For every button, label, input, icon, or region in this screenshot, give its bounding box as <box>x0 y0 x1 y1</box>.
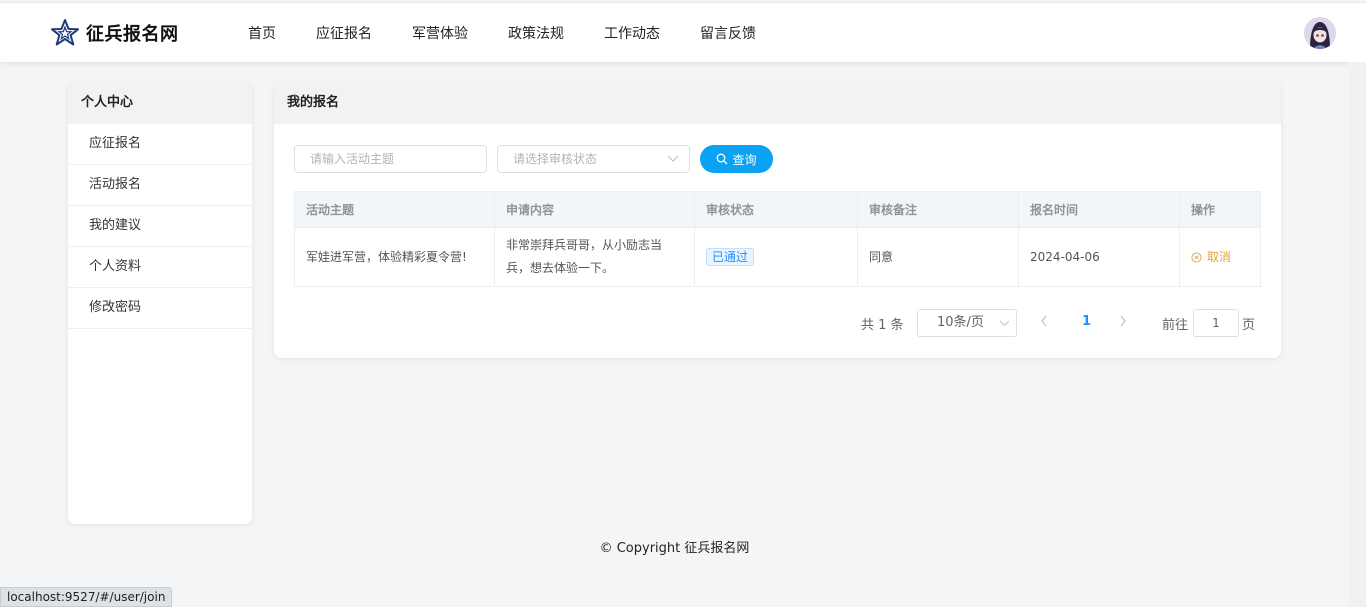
cell-theme: 军娃进军营，体验精彩夏令营! <box>295 228 495 286</box>
chevron-left-icon <box>1041 315 1047 327</box>
column-header-remark: 审核备注 <box>858 192 1019 227</box>
site-name: 征兵报名网 <box>86 24 179 45</box>
nav-camp-experience[interactable]: 军营体验 <box>412 23 468 43</box>
goto-label: 前往 <box>1162 318 1189 333</box>
next-page-button[interactable] <box>1119 314 1127 332</box>
close-circle-icon <box>1191 251 1202 263</box>
cell-status: 已通过 <box>695 228 858 286</box>
status-badge: 已通过 <box>706 248 755 266</box>
pagination-total: 共 1 条 <box>861 318 904 333</box>
browser-status-url: localhost:9527/#/user/join <box>0 587 173 607</box>
cancel-button-label: 取消 <box>1207 249 1232 264</box>
site-logo[interactable]: 征兵报名网 <box>50 15 179 51</box>
page-title: 我的报名 <box>274 82 1281 124</box>
star-logo-icon <box>51 19 79 46</box>
page-size-select[interactable]: 10条/页 <box>917 309 1017 337</box>
column-header-status: 审核状态 <box>695 192 858 227</box>
nav-home[interactable]: 首页 <box>248 23 276 43</box>
nav-news[interactable]: 工作动态 <box>604 23 660 43</box>
cancel-button[interactable]: 取消 <box>1191 246 1231 269</box>
cell-time: 2024-04-06 <box>1019 228 1180 286</box>
table-header: 活动主题 申请内容 审核状态 审核备注 报名时间 操作 <box>295 192 1260 228</box>
sidebar-item-suggestions[interactable]: 我的建议 <box>68 206 252 247</box>
page-scrollbar[interactable] <box>1349 62 1366 607</box>
cell-content-line1: 非常崇拜兵哥哥，从小励志当 <box>506 238 663 252</box>
footer-copyright: © Copyright 征兵报名网 <box>599 541 750 556</box>
registrations-table: 活动主题 申请内容 审核状态 审核备注 报名时间 操作 军娃进军营，体验精彩夏令… <box>294 191 1261 287</box>
sidebar-item-password[interactable]: 修改密码 <box>68 288 252 329</box>
search-button-label: 查询 <box>732 152 757 167</box>
prev-page-button[interactable] <box>1040 314 1048 332</box>
page-suffix-label: 页 <box>1242 318 1256 333</box>
cell-action: 取消 <box>1180 228 1260 286</box>
goto-page-input[interactable]: 1 <box>1193 309 1239 337</box>
sidebar-item-enlist[interactable]: 应征报名 <box>68 124 252 165</box>
column-header-action: 操作 <box>1191 203 1216 217</box>
status-select-placeholder: 请选择审核状态 <box>513 152 598 166</box>
sidebar-item-activity[interactable]: 活动报名 <box>68 165 252 206</box>
nav-policy[interactable]: 政策法规 <box>508 23 564 43</box>
cell-remark: 同意 <box>858 228 1019 286</box>
cell-content-line2: 兵，想去体验一下。 <box>506 261 615 275</box>
nav-enlist[interactable]: 应征报名 <box>316 23 372 43</box>
chevron-down-icon <box>999 310 1010 346</box>
sidebar: 个人中心 应征报名 活动报名 我的建议 个人资料 修改密码 <box>68 82 252 524</box>
sidebar-title: 个人中心 <box>68 82 252 124</box>
theme-search-input[interactable]: 请输入活动主题 <box>294 145 487 173</box>
chevron-right-icon <box>1120 315 1126 327</box>
page-number-current[interactable]: 1 <box>1082 314 1091 329</box>
user-avatar[interactable] <box>1304 17 1336 49</box>
sidebar-item-profile[interactable]: 个人资料 <box>68 247 252 288</box>
nav-feedback[interactable]: 留言反馈 <box>700 23 756 43</box>
top-header: 征兵报名网 首页 应征报名 军营体验 政策法规 工作动态 留言反馈 <box>0 2 1366 62</box>
avatar-image-icon <box>1304 17 1336 49</box>
status-select[interactable]: 请选择审核状态 <box>497 145 690 173</box>
chevron-down-icon <box>667 146 679 181</box>
cell-content: 非常崇拜兵哥哥，从小励志当 兵，想去体验一下。 <box>495 228 695 286</box>
column-header-time: 报名时间 <box>1019 192 1180 227</box>
column-header-content: 申请内容 <box>495 192 695 227</box>
main-nav: 首页 应征报名 军营体验 政策法规 工作动态 留言反馈 <box>248 3 796 63</box>
page-size-value: 10条/页 <box>937 315 984 330</box>
search-button[interactable]: 查询 <box>700 145 773 173</box>
search-icon <box>717 153 728 165</box>
my-registrations-card: 我的报名 请输入活动主题 请选择审核状态 查询 活动主题 申请内容 审核状态 审… <box>274 82 1281 358</box>
table-row: 军娃进军营，体验精彩夏令营! 非常崇拜兵哥哥，从小励志当 兵，想去体验一下。 已… <box>295 228 1260 286</box>
column-header-theme: 活动主题 <box>295 192 495 227</box>
